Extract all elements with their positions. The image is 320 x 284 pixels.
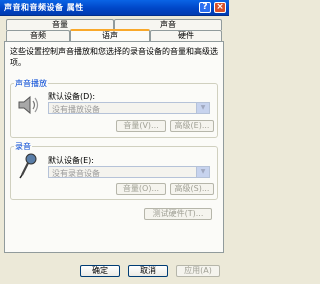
recording-volume-button[interactable]: 音量(O)...	[116, 183, 166, 195]
chevron-down-icon[interactable]: ▼	[196, 167, 209, 177]
tab-voice[interactable]: 语声	[70, 29, 150, 41]
title-bar[interactable]: 声音和音频设备 属性 ? ×	[0, 0, 229, 16]
playback-device-select[interactable]: 没有播放设备 ▼	[48, 102, 210, 114]
apply-button[interactable]: 应用(A)	[176, 265, 220, 277]
description-text: 这些设置控制声音播放和您选择的录音设备的音量和高级选项。	[10, 47, 218, 67]
tab-hardware[interactable]: 硬件	[150, 30, 222, 41]
recording-device-value: 没有录音设备	[52, 169, 100, 178]
playback-volume-button[interactable]: 音量(V)...	[116, 120, 166, 132]
playback-advanced-button[interactable]: 高级(E)...	[170, 120, 214, 132]
close-button[interactable]: ×	[214, 2, 226, 13]
ok-button[interactable]: 确定	[80, 265, 120, 277]
window-title: 声音和音频设备 属性	[4, 3, 84, 12]
chevron-down-icon[interactable]: ▼	[196, 103, 209, 113]
recording-device-select[interactable]: 没有录音设备 ▼	[48, 166, 210, 178]
help-button[interactable]: ?	[199, 2, 211, 13]
recording-advanced-button[interactable]: 高级(S)...	[170, 183, 214, 195]
test-hardware-button[interactable]: 测试硬件(T)...	[144, 208, 212, 220]
tab-audio[interactable]: 音频	[6, 30, 70, 41]
playback-device-value: 没有播放设备	[52, 105, 100, 114]
playback-group-label: 声音播放	[14, 78, 48, 89]
speaker-icon	[18, 95, 39, 115]
microphone-icon	[19, 153, 37, 179]
playback-default-device-label: 默认设备(D):	[48, 92, 96, 101]
recording-default-device-label: 默认设备(E):	[48, 156, 94, 165]
recording-group-label: 录音	[14, 141, 32, 152]
cancel-button[interactable]: 取消	[128, 265, 168, 277]
